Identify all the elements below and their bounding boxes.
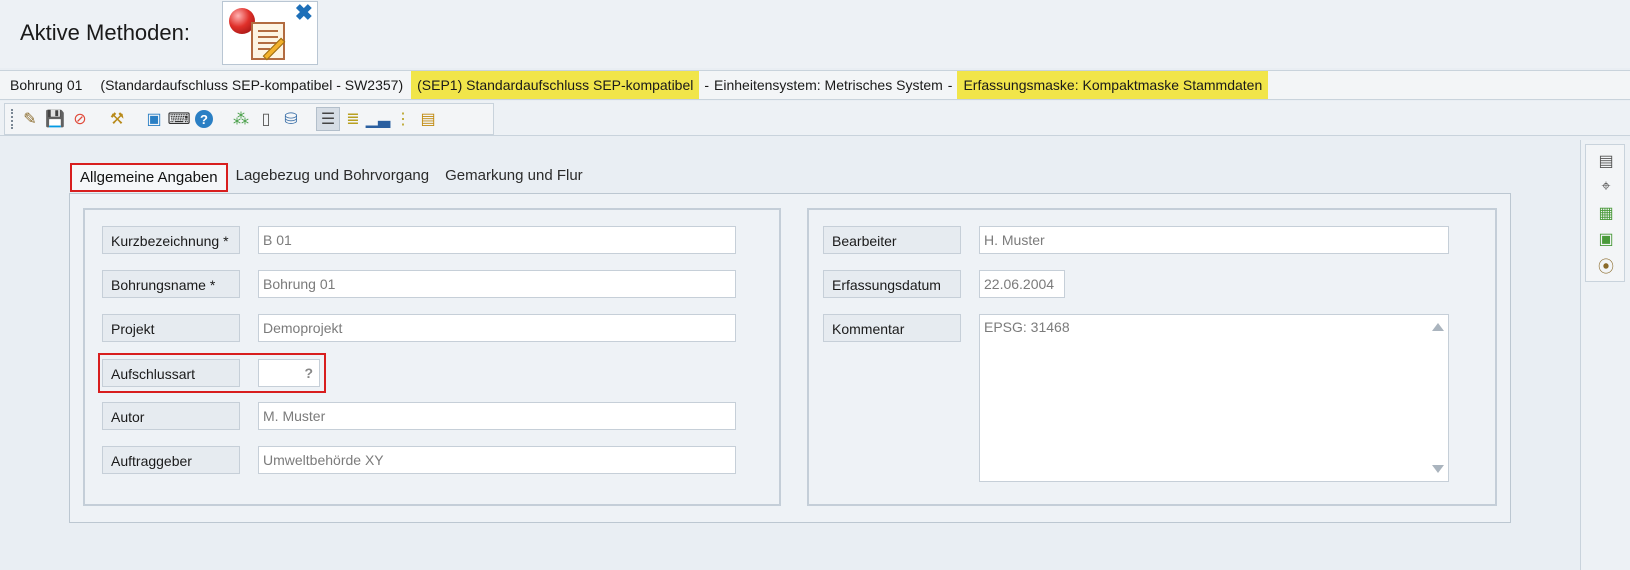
info-borehole-name: Bohrung 01 — [10, 77, 83, 93]
general-info-group: Kurzbezeichnung * B 01 Bohrungsname * Bo… — [83, 208, 781, 506]
field-auftraggeber[interactable]: Umweltbehörde XY — [258, 446, 736, 474]
field-bohrungsname[interactable]: Bohrung 01 — [258, 270, 736, 298]
add-record-icon[interactable]: ▦ — [1596, 203, 1616, 223]
field-projekt[interactable]: Demoprojekt — [258, 314, 736, 342]
scroll-up-icon[interactable] — [1432, 323, 1444, 331]
close-icon[interactable]: ✖ — [295, 0, 313, 26]
tab-allgemeine-angaben[interactable]: Allgemeine Angaben — [70, 163, 228, 192]
magic-wand-icon[interactable]: ⚒ — [105, 107, 129, 131]
info-unit-system: Einheitensystem: Metrisches System — [714, 77, 943, 93]
field-kommentar-text: EPSG: 31468 — [984, 319, 1070, 335]
label-erfassungsdatum: Erfassungsdatum — [823, 270, 961, 298]
toolbar: ✎ 💾 ⊘ ⚒ ▣ ⌨ ? ⁂ ▯ ⛁ ☰ ≣ ▁▃ ⋮ ▤ — [4, 103, 494, 135]
edit-icon[interactable]: ✎ — [18, 107, 42, 131]
field-erfassungsdatum[interactable]: 22.06.2004 — [979, 270, 1065, 298]
tab-lagebezug-und-bohrvorgang[interactable]: Lagebezug und Bohrvorgang — [228, 163, 438, 192]
tab-bar: Allgemeine Angaben Lagebezug und Bohrvor… — [70, 163, 591, 192]
field-bearbeiter[interactable]: H. Muster — [979, 226, 1449, 254]
database-icon[interactable]: ⛁ — [279, 107, 303, 131]
info-input-mask: Erfassungsmaske: Kompaktmaske Stammdaten — [957, 71, 1269, 99]
active-methods-title: Aktive Methoden: — [20, 20, 190, 45]
info-method-highlight: (SEP1) Standardaufschluss SEP-kompatibel — [411, 71, 700, 99]
layer-view-icon[interactable]: ▤ — [416, 107, 440, 131]
tab-panel: Kurzbezeichnung * B 01 Bohrungsname * Bo… — [69, 193, 1511, 523]
main-content: Allgemeine Angaben Lagebezug und Bohrvor… — [0, 137, 1578, 570]
side-toolbar: ▤ ⌖ ▦ ▣ ⦿ — [1585, 144, 1625, 282]
tab-gemarkung-und-flur[interactable]: Gemarkung und Flur — [437, 163, 591, 192]
check-record-icon[interactable]: ▣ — [1596, 229, 1616, 249]
crosshair-icon[interactable]: ⌖ — [1596, 177, 1616, 197]
toolbar-grip[interactable] — [11, 109, 14, 129]
keyboard-icon[interactable]: ⌨ — [167, 107, 191, 131]
info-bar: Bohrung 01 (Standardaufschluss SEP-kompa… — [0, 70, 1630, 100]
label-projekt: Projekt — [102, 314, 240, 342]
table-icon[interactable]: ▤ — [1596, 151, 1616, 171]
info-separator: - — [704, 77, 710, 93]
location-pin-icon[interactable]: ⦿ — [1596, 255, 1616, 276]
svg-text:?: ? — [200, 112, 208, 127]
lookup-question-icon[interactable]: ? — [304, 360, 313, 386]
field-kommentar[interactable]: EPSG: 31468 — [979, 314, 1449, 482]
editor-info-group: Bearbeiter H. Muster Erfassungsdatum 22.… — [807, 208, 1497, 506]
header: Aktive Methoden: ✖ — [0, 0, 1630, 68]
help-icon[interactable]: ? — [192, 107, 216, 131]
scroll-down-icon[interactable] — [1432, 465, 1444, 473]
right-side-panel: ▤ ⌖ ▦ ▣ ⦿ — [1580, 140, 1630, 570]
label-kommentar: Kommentar — [823, 314, 961, 342]
form-view-icon[interactable]: ☰ — [316, 107, 340, 131]
label-kurzbezeichnung: Kurzbezeichnung * — [102, 226, 240, 254]
profile-view-icon[interactable]: ⋮ — [391, 107, 415, 131]
image-icon[interactable]: ▣ — [142, 107, 166, 131]
info-separator: - — [947, 77, 953, 93]
field-autor[interactable]: M. Muster — [258, 402, 736, 430]
label-aufschlussart: Aufschlussart — [102, 359, 240, 387]
label-auftraggeber: Auftraggeber — [102, 446, 240, 474]
info-method-description: (Standardaufschluss SEP-kompatibel - SW2… — [100, 77, 404, 93]
label-autor: Autor — [102, 402, 240, 430]
tree-icon[interactable]: ⁂ — [229, 107, 253, 131]
method-tile[interactable]: ✖ — [222, 0, 318, 65]
field-aufschlussart[interactable]: ? — [258, 359, 320, 387]
cancel-icon[interactable]: ⊘ — [68, 107, 92, 131]
label-bearbeiter: Bearbeiter — [823, 226, 961, 254]
label-bohrungsname: Bohrungsname * — [102, 270, 240, 298]
page-icon[interactable]: ▯ — [254, 107, 278, 131]
chart-view-icon[interactable]: ▁▃ — [366, 107, 391, 131]
toolbar-area: ✎ 💾 ⊘ ⚒ ▣ ⌨ ? ⁂ ▯ ⛁ ☰ ≣ ▁▃ ⋮ ▤ — [0, 101, 1630, 136]
field-kurzbezeichnung[interactable]: B 01 — [258, 226, 736, 254]
save-icon[interactable]: 💾 — [43, 107, 67, 131]
list-view-icon[interactable]: ≣ — [341, 107, 365, 131]
